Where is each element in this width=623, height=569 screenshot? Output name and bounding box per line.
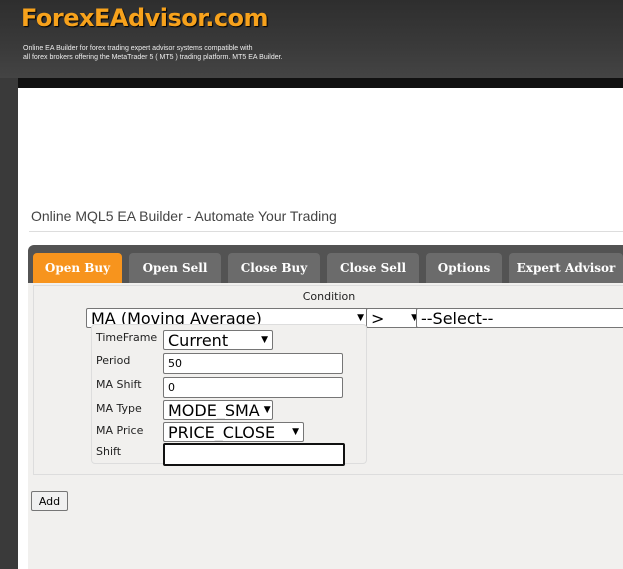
timeframe-label: TimeFrame — [96, 331, 158, 344]
tab-expert-advisor[interactable]: Expert Advisor — [509, 253, 623, 283]
tab-close-sell[interactable]: Close Sell — [327, 253, 419, 283]
ma-price-label: MA Price — [96, 424, 144, 437]
tab-open-buy[interactable]: Open Buy — [33, 253, 122, 283]
shift-label: Shift — [96, 445, 122, 458]
ma-type-select-value: MODE_SMA — [168, 400, 260, 420]
site-tagline: Online EA Builder for forex trading expe… — [23, 44, 283, 62]
tab-bar: Open Buy Open Sell Close Buy Close Sell … — [28, 245, 623, 283]
timeframe-select[interactable]: Current ▼ — [163, 330, 273, 350]
period-input[interactable]: 50 — [163, 353, 343, 374]
timeframe-select-value: Current — [168, 330, 229, 350]
compare-select-value: --Select-- — [421, 308, 494, 328]
chevron-down-icon: ▼ — [261, 335, 268, 345]
ma-shift-input[interactable]: 0 — [163, 377, 343, 398]
add-button[interactable]: Add — [31, 491, 68, 511]
site-header: ForexEAdvisor.com Online EA Builder for … — [0, 0, 623, 78]
ma-price-select[interactable]: PRICE_CLOSE ▼ — [163, 422, 304, 442]
condition-heading: Condition — [302, 290, 356, 303]
compare-select[interactable]: --Select-- — [416, 308, 623, 328]
ma-price-select-value: PRICE_CLOSE — [168, 422, 276, 442]
tagline-line-1: Online EA Builder for forex trading expe… — [23, 45, 253, 52]
chevron-down-icon: ▼ — [357, 313, 364, 323]
chevron-down-icon: ▼ — [292, 427, 299, 437]
ma-type-label: MA Type — [96, 402, 142, 415]
tagline-line-2: all forex brokers offering the MetaTrade… — [23, 54, 283, 61]
period-label: Period — [96, 354, 131, 367]
ma-shift-label: MA Shift — [96, 378, 142, 391]
site-logo[interactable]: ForexEAdvisor.com — [21, 4, 269, 32]
indicator-params: TimeFrame Current ▼ Period 50 MA Shift 0… — [91, 324, 367, 466]
title-divider — [29, 231, 623, 232]
chevron-down-icon: ▼ — [263, 405, 271, 415]
ma-type-select[interactable]: MODE_SMA ▼ — [163, 400, 273, 420]
condition-box: Condition MA (Moving Average) ▼ > ▼ --Se… — [33, 285, 623, 475]
tab-open-sell[interactable]: Open Sell — [129, 253, 221, 283]
page-title: Online MQL5 EA Builder - Automate Your T… — [31, 208, 337, 224]
shift-input[interactable] — [163, 443, 345, 466]
tab-close-buy[interactable]: Close Buy — [228, 253, 320, 283]
tab-options[interactable]: Options — [426, 253, 502, 283]
operator-select[interactable]: > ▼ — [366, 308, 423, 328]
left-margin — [0, 78, 18, 569]
top-band — [18, 78, 623, 88]
main-content: Online MQL5 EA Builder - Automate Your T… — [18, 88, 623, 569]
builder-panel: Open Buy Open Sell Close Buy Close Sell … — [28, 245, 623, 569]
operator-select-value: > — [371, 308, 385, 328]
